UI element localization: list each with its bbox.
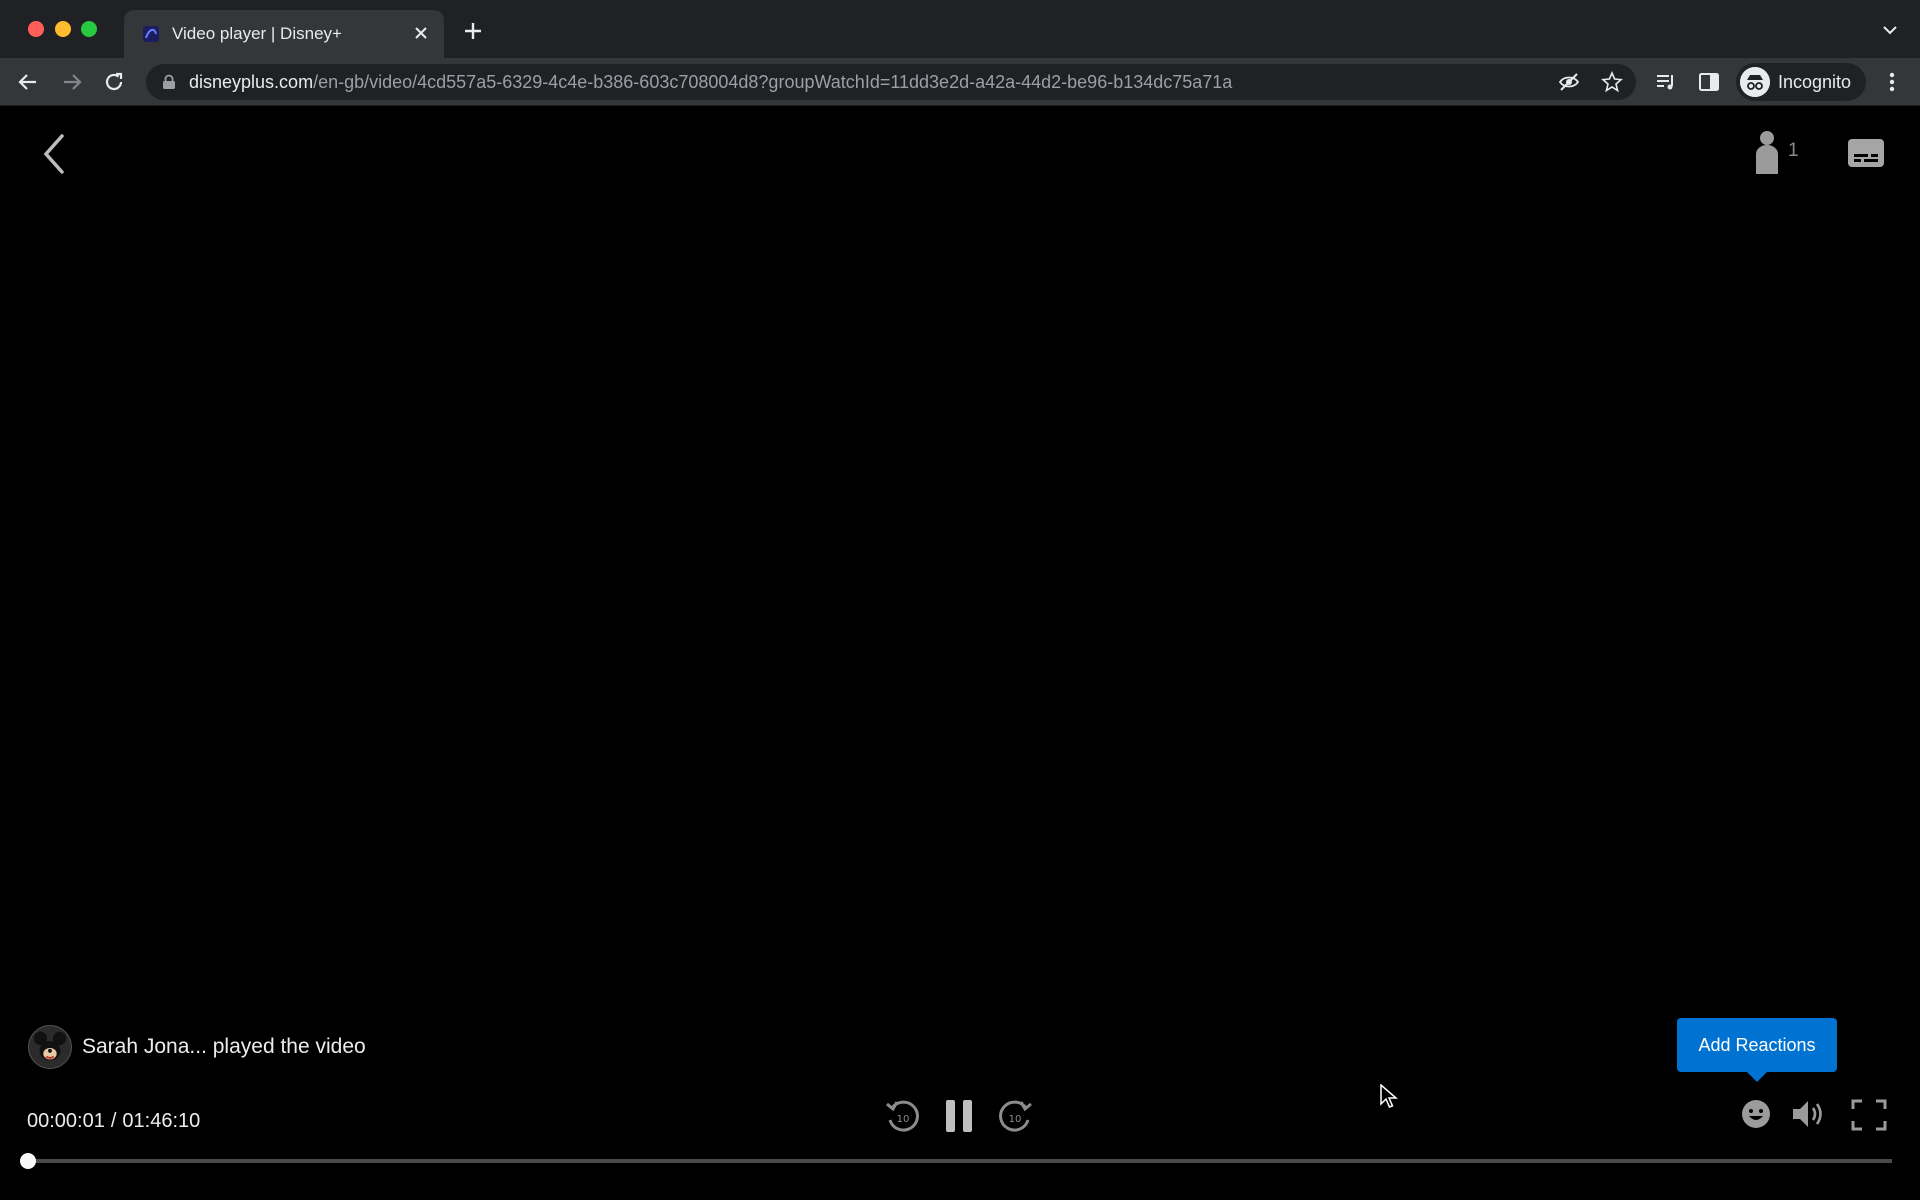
notification-text: Sarah Jona... played the video (82, 1035, 366, 1058)
duration: 01:46:10 (122, 1110, 201, 1132)
rewind-label: 10 (897, 1114, 910, 1125)
browser-tab-bar: Video player | Disney+ (0, 0, 1920, 58)
forward-10-icon[interactable]: 10 (996, 1098, 1034, 1136)
close-window-button[interactable] (28, 21, 44, 37)
url-text: disneyplus.com/en-gb/video/4cd557a5-6329… (189, 72, 1232, 93)
groupwatch-viewers-button[interactable]: 1 (1752, 130, 1802, 176)
time-separator: / (110, 1110, 117, 1132)
disney-favicon-icon (143, 26, 159, 42)
browser-toolbar: disneyplus.com/en-gb/video/4cd557a5-6329… (0, 58, 1920, 106)
incognito-profile-button[interactable]: Incognito (1736, 63, 1866, 101)
media-controls-icon[interactable] (1654, 70, 1678, 94)
browser-tab-active[interactable]: Video player | Disney+ (124, 10, 444, 58)
fullscreen-icon[interactable] (1850, 1098, 1888, 1132)
eye-slash-icon[interactable] (1558, 71, 1580, 93)
minimize-window-button[interactable] (55, 21, 71, 37)
back-chevron-icon[interactable] (36, 132, 72, 176)
url-host: disneyplus.com (189, 72, 314, 92)
reactions-smiley-icon[interactable] (1740, 1098, 1772, 1130)
mouse-cursor-icon (1380, 1084, 1398, 1108)
side-panel-icon[interactable] (1697, 70, 1721, 94)
rewind-10-icon[interactable]: 10 (884, 1098, 922, 1136)
tab-title: Video player | Disney+ (172, 24, 342, 43)
lock-icon[interactable] (162, 74, 176, 90)
incognito-icon (1740, 67, 1770, 97)
url-path: /en-gb/video/4cd557a5-6329-4c4e-b386-603… (313, 72, 1233, 92)
tooltip-label: Add Reactions (1698, 1034, 1816, 1055)
tab-search-chevron-icon[interactable] (1882, 24, 1898, 36)
bookmark-star-icon[interactable] (1601, 71, 1623, 93)
video-player[interactable]: 1 Sarah Jona... played the video Add Rea… (0, 106, 1920, 1200)
subtitles-icon[interactable] (1846, 136, 1886, 170)
add-reactions-tooltip: Add Reactions (1677, 1018, 1837, 1082)
new-tab-icon[interactable] (462, 20, 484, 42)
progress-scrubber-handle[interactable] (20, 1153, 37, 1169)
person-icon (1756, 131, 1778, 174)
volume-icon[interactable] (1790, 1096, 1826, 1132)
forward-label: 10 (1009, 1114, 1022, 1125)
forward-arrow-icon[interactable] (60, 70, 84, 94)
back-arrow-icon[interactable] (16, 70, 40, 94)
groupwatch-notification: Sarah Jona... played the video (28, 1024, 366, 1070)
profile-label: Incognito (1778, 72, 1852, 92)
progress-bar[interactable] (20, 1153, 1892, 1169)
more-options-icon[interactable] (1880, 70, 1904, 94)
time-display: 00:00:01/01:46:10 (27, 1110, 200, 1133)
mickey-avatar (28, 1025, 72, 1069)
pause-icon[interactable] (944, 1096, 974, 1136)
current-time: 00:00:01 (27, 1110, 105, 1132)
reload-icon[interactable] (102, 70, 126, 94)
close-tab-icon[interactable] (410, 22, 432, 44)
address-bar[interactable]: disneyplus.com/en-gb/video/4cd557a5-6329… (146, 64, 1636, 100)
viewer-count: 1 (1788, 140, 1799, 161)
maximize-window-button[interactable] (81, 21, 97, 37)
